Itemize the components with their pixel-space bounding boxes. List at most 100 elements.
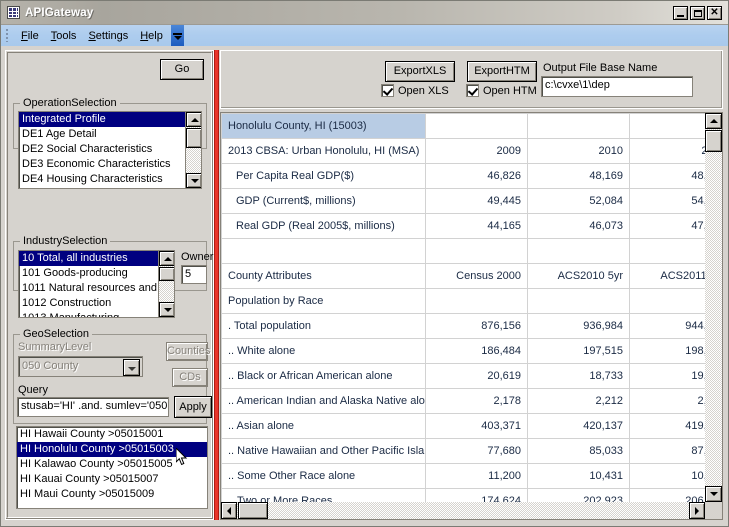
row-value-cell[interactable]: 18,733 (527, 363, 630, 389)
row-value-cell[interactable]: 10,246 (629, 463, 705, 489)
output-file-input[interactable]: c:\cvxe\1\dep (541, 76, 693, 97)
row-value-cell[interactable] (527, 288, 630, 314)
row-value-cell[interactable]: 49,445 (425, 188, 528, 214)
list-item[interactable]: 10 Total, all industries (19, 251, 174, 266)
toolbar-grip-icon[interactable] (5, 28, 12, 43)
row-value-cell[interactable]: 419,904 (629, 413, 705, 439)
minimize-button[interactable] (673, 5, 688, 20)
table-row[interactable]: .. Two or More Races174,624202,923206,38… (221, 488, 705, 502)
scroll-thumb[interactable] (238, 502, 268, 519)
table-row[interactable]: 2013 CBSA: Urban Honolulu, HI (MSA) 2009 2… (221, 138, 705, 164)
grid-horizontal-scrollbar[interactable] (221, 502, 705, 519)
list-item[interactable]: DE2 Social Characteristics (19, 142, 201, 157)
row-value-cell[interactable]: 48,169 (527, 163, 630, 189)
scroll-thumb[interactable] (705, 130, 722, 152)
row-value-cell[interactable] (629, 238, 705, 264)
table-row[interactable]: County Attributes Census 2000 ACS2010 5yr A… (221, 263, 705, 289)
list-item[interactable]: DE5 General Demographics (19, 187, 201, 188)
row-value-cell[interactable]: 197,515 (527, 338, 630, 364)
row-value-cell[interactable]: 206,385 (629, 488, 705, 502)
menu-help[interactable]: Help (134, 28, 169, 44)
menu-settings[interactable]: Settings (82, 28, 134, 44)
table-row[interactable]: .. White alone186,484197,515198,7881 (221, 338, 705, 364)
list-item[interactable]: DE1 Age Detail (19, 127, 201, 142)
row-value-cell[interactable]: 85,033 (527, 438, 630, 464)
table-row[interactable]: Population by Race (221, 288, 705, 314)
table-row[interactable]: Real GDP (Real 2005$, millions) 44,165 46,… (221, 213, 705, 239)
row-label-cell[interactable]: .. Two or More Races (221, 488, 426, 502)
row-value-cell[interactable]: 198,788 (629, 338, 705, 364)
table-row[interactable]: .. Native Hawaiian and Other Pacific Isl… (221, 438, 705, 464)
row-label-cell[interactable]: . Total population (221, 313, 426, 339)
row-value-cell[interactable]: 202,923 (527, 488, 630, 502)
open-htm-checkbox[interactable]: Open HTM (466, 84, 537, 97)
operation-list-scrollbar[interactable] (185, 112, 201, 188)
row-value-cell[interactable]: 2010 (527, 138, 630, 164)
row-value-cell[interactable]: 876,156 (425, 313, 528, 339)
list-item[interactable]: HI Kalawao County >05015005 (17, 457, 207, 472)
scroll-up-icon[interactable] (159, 251, 174, 266)
row-value-cell[interactable]: 11,200 (425, 463, 528, 489)
counties-button[interactable]: Counties (166, 342, 210, 361)
row-label-cell[interactable]: .. White alone (221, 338, 426, 364)
checkbox-checked-icon[interactable] (381, 84, 394, 97)
apply-button[interactable]: Apply (174, 396, 212, 418)
row-label-cell[interactable]: Honolulu County, HI (15003) (221, 113, 426, 139)
scroll-up-icon[interactable] (705, 113, 722, 129)
row-value-cell[interactable] (425, 238, 528, 264)
table-row[interactable]: Per Capita Real GDP($)46,82648,16948,862… (221, 163, 705, 189)
summary-level-select[interactable]: 050 County (18, 356, 143, 377)
table-row[interactable]: .. Asian alone403,371420,137419,9044 (221, 413, 705, 439)
table-row[interactable]: .. American Indian and Alaska Native alo… (221, 388, 705, 414)
scroll-thumb[interactable] (159, 267, 174, 281)
list-item[interactable]: HI Honolulu County >05015003 (17, 442, 207, 457)
row-value-cell[interactable] (425, 288, 528, 314)
scroll-left-icon[interactable] (221, 502, 237, 519)
row-label-cell[interactable]: .. Native Hawaiian and Other Pacific Isl… (221, 438, 426, 464)
scroll-down-icon[interactable] (186, 173, 201, 188)
row-value-cell[interactable]: 10,431 (527, 463, 630, 489)
row-value-cell[interactable] (629, 288, 705, 314)
export-xls-button[interactable]: ExportXLS (385, 61, 455, 82)
list-item[interactable]: DE4 Housing Characteristics (19, 172, 201, 187)
menu-tools[interactable]: Tools (45, 28, 83, 44)
list-item[interactable]: 1012 Construction (19, 296, 174, 311)
list-item[interactable]: Integrated Profile (19, 112, 201, 127)
scroll-thumb[interactable] (186, 128, 201, 148)
close-button[interactable]: ✕ (707, 5, 722, 20)
table-row[interactable] (221, 238, 705, 264)
table-row[interactable]: GDP (Current$, millions)49,44552,08454,4… (221, 188, 705, 214)
grid-vertical-scrollbar[interactable] (705, 113, 722, 502)
row-value-cell[interactable]: 77,680 (425, 438, 528, 464)
export-htm-button[interactable]: ExportHTM (467, 61, 537, 82)
row-value-cell[interactable]: 403,371 (425, 413, 528, 439)
scroll-down-icon[interactable] (159, 302, 174, 317)
row-label-cell[interactable]: .. Black or African American alone (221, 363, 426, 389)
industry-list-scrollbar[interactable] (158, 251, 174, 317)
row-label-cell[interactable]: Per Capita Real GDP($) (221, 163, 426, 189)
owner-input[interactable]: 5 (181, 265, 207, 284)
toolbar-overflow-icon[interactable] (170, 25, 184, 46)
row-value-cell[interactable]: 19,293 (629, 363, 705, 389)
row-value-cell[interactable]: 2,212 (527, 388, 630, 414)
scroll-right-icon[interactable] (689, 502, 705, 519)
row-label-cell[interactable]: .. American Indian and Alaska Native alo (221, 388, 426, 414)
row-value-cell[interactable]: 47,219 (629, 213, 705, 239)
row-label-cell[interactable]: County Attributes (221, 263, 426, 289)
table-row[interactable]: . Total population876,156936,984944,2879 (221, 313, 705, 339)
row-value-cell[interactable] (527, 238, 630, 264)
scroll-up-icon[interactable] (186, 112, 201, 127)
table-row[interactable]: .. Black or African American alone 20,619… (221, 363, 705, 389)
checkbox-checked-icon[interactable] (466, 84, 479, 97)
list-item[interactable]: 1013 Manufacturing (19, 311, 174, 317)
pane-splitter[interactable] (214, 50, 219, 520)
row-value-cell[interactable]: 174,624 (425, 488, 528, 502)
row-value-cell[interactable]: 44,165 (425, 213, 528, 239)
row-label-cell[interactable]: Population by Race (221, 288, 426, 314)
row-label-cell[interactable]: .. Some Other Race alone (221, 463, 426, 489)
chevron-down-icon[interactable] (123, 359, 140, 376)
table-row[interactable]: .. Some Other Race alone11,20010,43110,2… (221, 463, 705, 489)
scroll-down-icon[interactable] (705, 486, 722, 502)
table-row[interactable]: Honolulu County, HI (15003) (221, 113, 705, 139)
list-item[interactable]: HI Hawaii County >05015001 (17, 427, 207, 442)
